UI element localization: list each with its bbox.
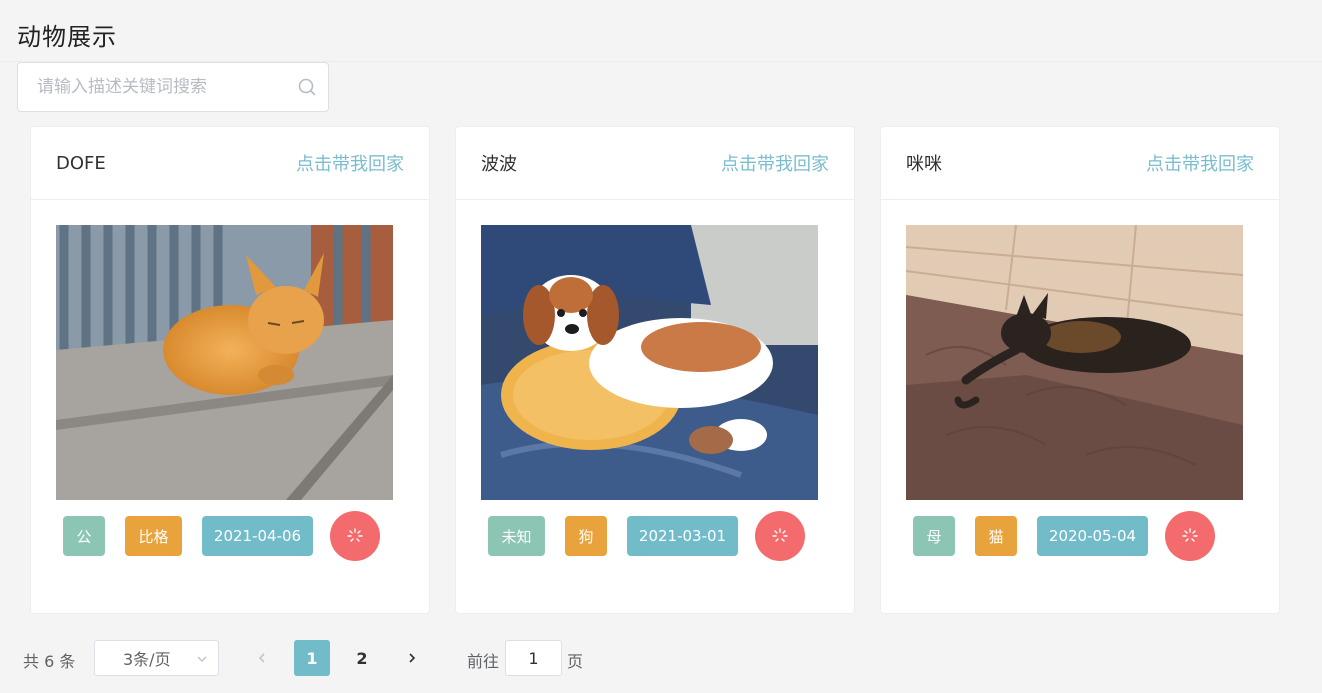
like-button[interactable] — [755, 511, 805, 561]
prev-page-button[interactable] — [244, 640, 280, 676]
jump-label: 前往 — [467, 652, 500, 671]
chevron-left-icon — [258, 653, 265, 663]
animal-name: DOFE — [56, 152, 106, 174]
breed-tag: 猫 — [975, 516, 1017, 556]
loading-spinner-icon — [347, 528, 363, 542]
animal-card: 波波 点击带我回家 未知 狗 2021-03-01 — [455, 126, 855, 614]
loading-spinner-icon — [1182, 528, 1198, 542]
page-button-1[interactable]: 1 — [294, 640, 330, 676]
card-header: 波波 点击带我回家 — [456, 127, 854, 200]
sex-tag: 公 — [63, 516, 105, 556]
jump-page-input[interactable] — [505, 640, 562, 676]
adopt-link[interactable]: 点击带我回家 — [1146, 150, 1254, 176]
animal-card: 咪咪 点击带我回家 母 猫 2020-05-04 — [880, 126, 1280, 614]
page-unit-label: 页 — [567, 652, 584, 671]
animal-name: 咪咪 — [906, 154, 942, 175]
next-page-button[interactable] — [394, 640, 430, 676]
search-icon[interactable] — [297, 77, 317, 97]
animal-photo — [56, 225, 393, 500]
page-size-select[interactable]: 3条/页 — [94, 640, 219, 676]
page-button-2[interactable]: 2 — [344, 640, 380, 676]
page-title: 动物展示 — [17, 23, 117, 51]
total-count: 共 6 条 — [23, 652, 76, 671]
chevron-down-icon — [197, 656, 207, 662]
date-tag: 2020-05-04 — [1037, 516, 1148, 556]
animal-photo — [906, 225, 1243, 500]
search-input[interactable] — [18, 63, 328, 111]
breed-tag: 比格 — [125, 516, 182, 556]
pagination: 共 6 条 3条/页 1 2 前往 页 — [0, 640, 1322, 676]
animal-card: DOFE 点击带我回家 公 比格 2021-04-06 — [30, 126, 430, 614]
animal-photo — [481, 225, 818, 500]
like-button[interactable] — [330, 511, 380, 561]
animal-name: 波波 — [481, 154, 517, 175]
sex-tag: 母 — [913, 516, 955, 556]
sex-tag: 未知 — [488, 516, 545, 556]
animal-display-page: 动物展示 DOFE 点击带我回家 — [0, 0, 1322, 693]
adopt-link[interactable]: 点击带我回家 — [721, 150, 829, 176]
like-button[interactable] — [1165, 511, 1215, 561]
chevron-right-icon — [409, 653, 416, 663]
loading-spinner-icon — [772, 528, 788, 542]
card-header: DOFE 点击带我回家 — [31, 127, 429, 200]
card-header: 咪咪 点击带我回家 — [881, 127, 1279, 200]
date-tag: 2021-03-01 — [627, 516, 738, 556]
page-size-value: 3条/页 — [123, 650, 171, 669]
breed-tag: 狗 — [565, 516, 607, 556]
search-box[interactable] — [17, 62, 329, 112]
adopt-link[interactable]: 点击带我回家 — [296, 150, 404, 176]
date-tag: 2021-04-06 — [202, 516, 313, 556]
